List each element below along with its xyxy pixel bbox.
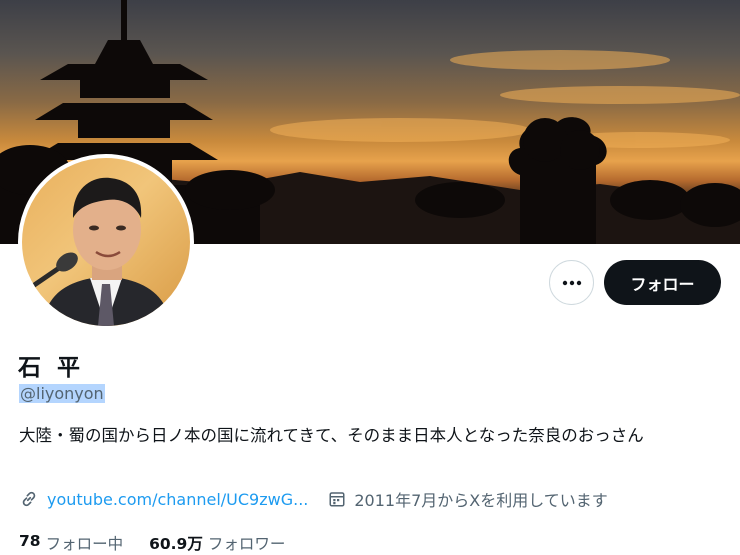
following-count: 78 [19, 532, 41, 550]
link-icon [22, 491, 36, 507]
calendar-icon [329, 492, 345, 507]
followers-count: 60.9万 [149, 535, 203, 553]
profile-meta: youtube.com/channel/UC9zwG... 2011年7月からX… [19, 488, 608, 510]
profile-bio: 大陸・蜀の国から日ノ本の国に流れてきて、そのまま日本人となった奈良のおっさん [19, 426, 644, 445]
profile-stats: 78 フォロー中 60.9万 フォロワー [19, 532, 285, 554]
followers-label: フォロワー [207, 535, 286, 553]
more-button[interactable] [549, 260, 594, 305]
avatar-photo [25, 177, 172, 326]
avatar[interactable] [18, 154, 194, 330]
followers-stat[interactable]: 60.9万 フォロワー [149, 532, 285, 554]
user-handle: @liyonyon [19, 384, 105, 403]
following-label: フォロー中 [45, 535, 124, 553]
follow-button-label: フォロー [630, 274, 695, 294]
display-name: 石 平 [18, 355, 85, 381]
more-horizontal-icon [562, 280, 581, 285]
following-stat[interactable]: 78 フォロー中 [19, 532, 123, 554]
follow-button[interactable]: フォロー [604, 260, 721, 305]
profile-link[interactable]: youtube.com/channel/UC9zwG... [47, 490, 308, 509]
joined-date: 2011年7月からXを利用しています [354, 491, 608, 510]
